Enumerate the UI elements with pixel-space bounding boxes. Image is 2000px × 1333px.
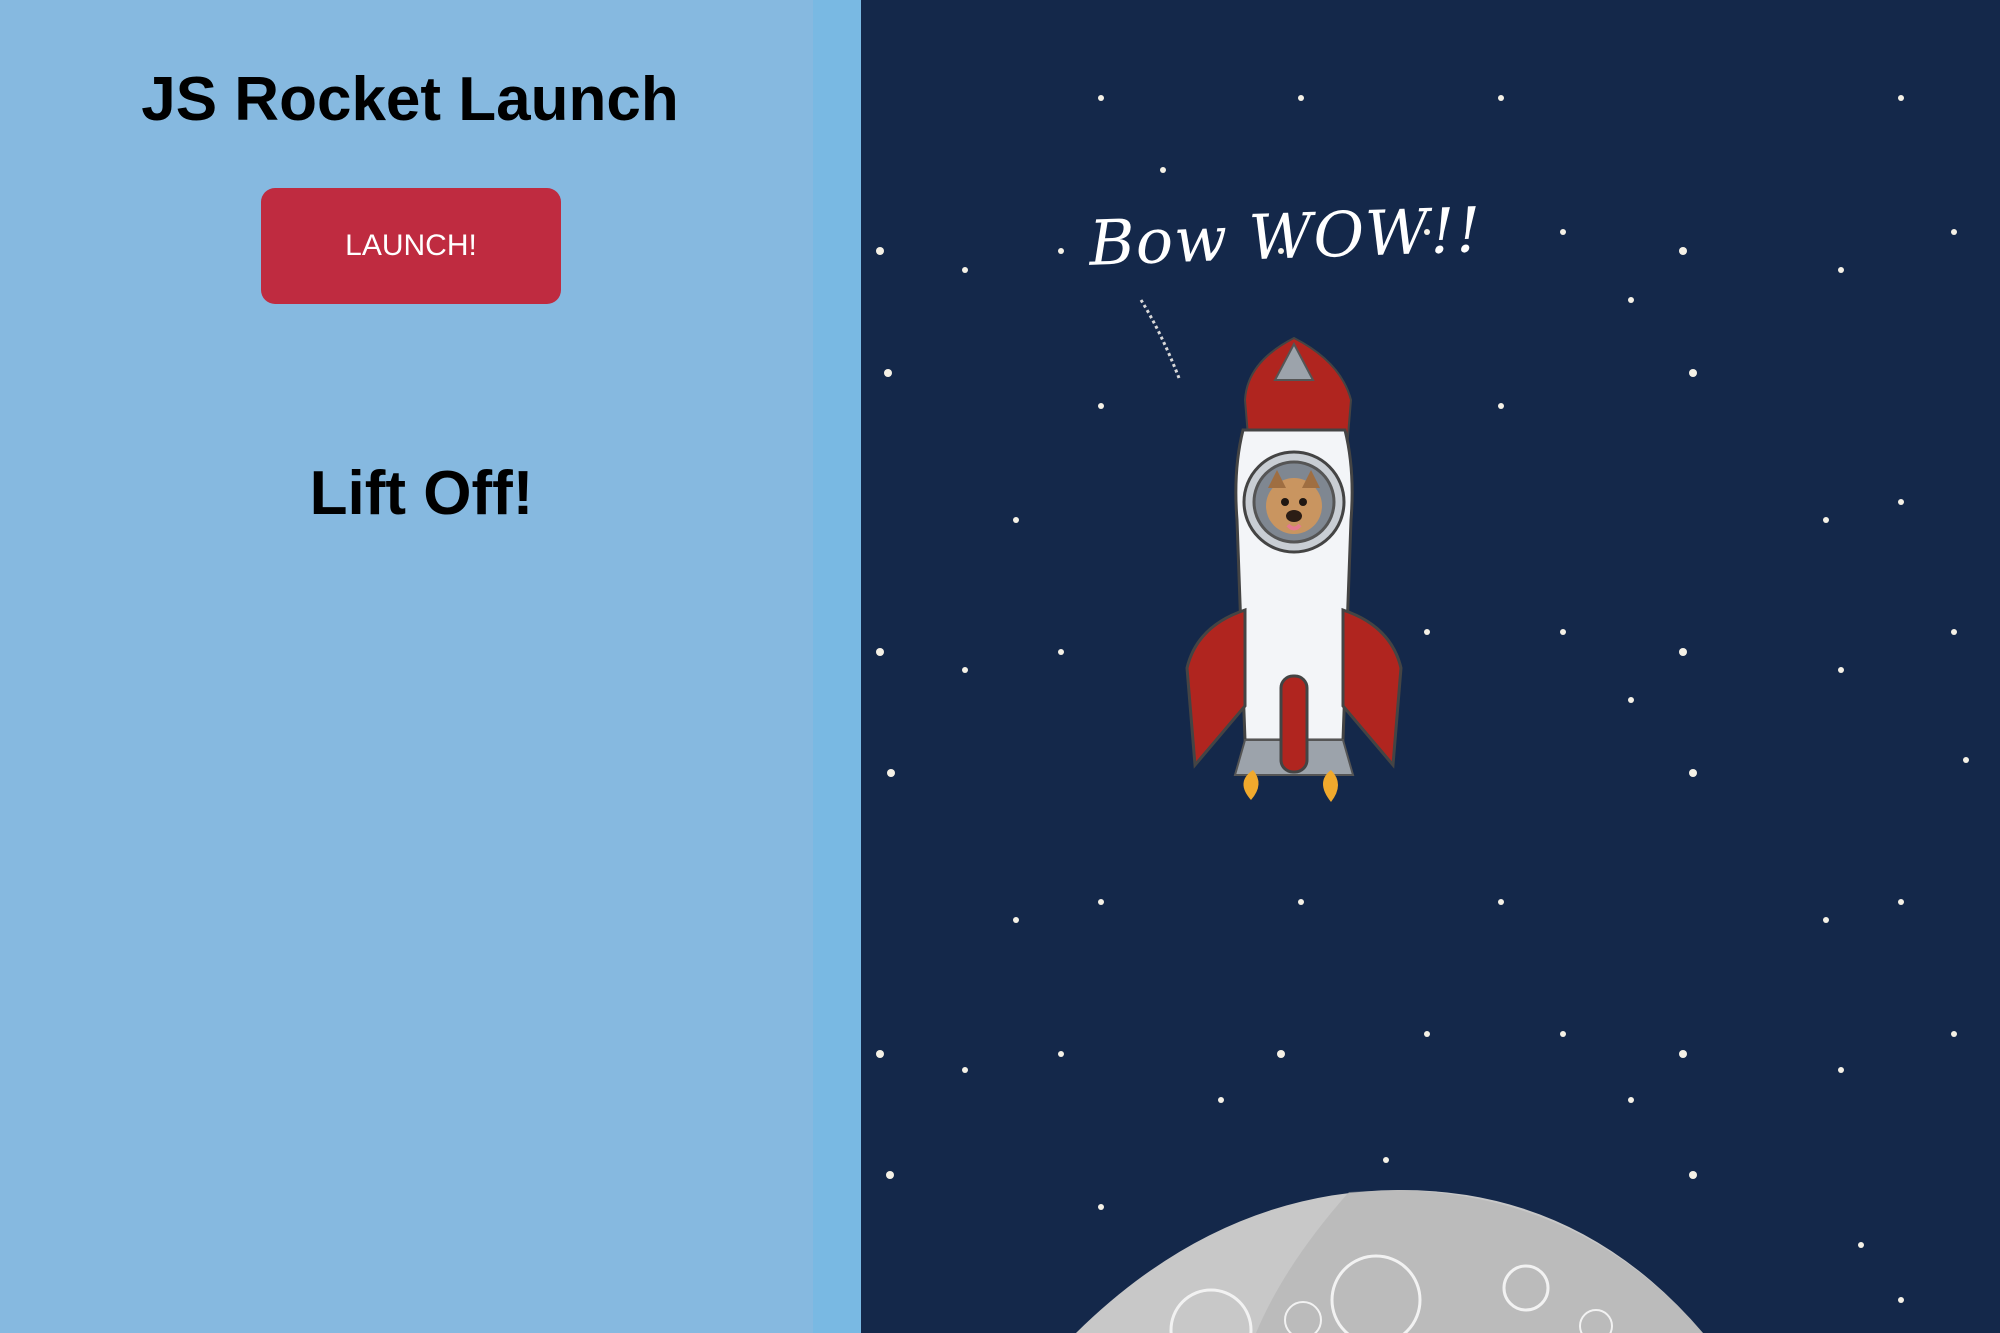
- rocket-icon: [1185, 336, 1403, 802]
- moon-icon: [1076, 1190, 1703, 1333]
- dog-icon: [1266, 470, 1322, 534]
- page-title: JS Rocket Launch: [141, 65, 679, 134]
- status-message: Lift Off!: [309, 459, 534, 528]
- page: JS Rocket Launch LAUNCH! Lift Off! Bow W…: [0, 0, 2000, 1333]
- panel-divider: [813, 0, 861, 1333]
- space-scene: Bow WOW!!: [861, 0, 2000, 1333]
- control-panel: JS Rocket Launch LAUNCH! Lift Off!: [0, 0, 813, 1333]
- launch-button[interactable]: LAUNCH!: [261, 188, 561, 304]
- speech-trail-icon: [1139, 299, 1181, 379]
- launch-scene: [1076, 299, 1703, 1333]
